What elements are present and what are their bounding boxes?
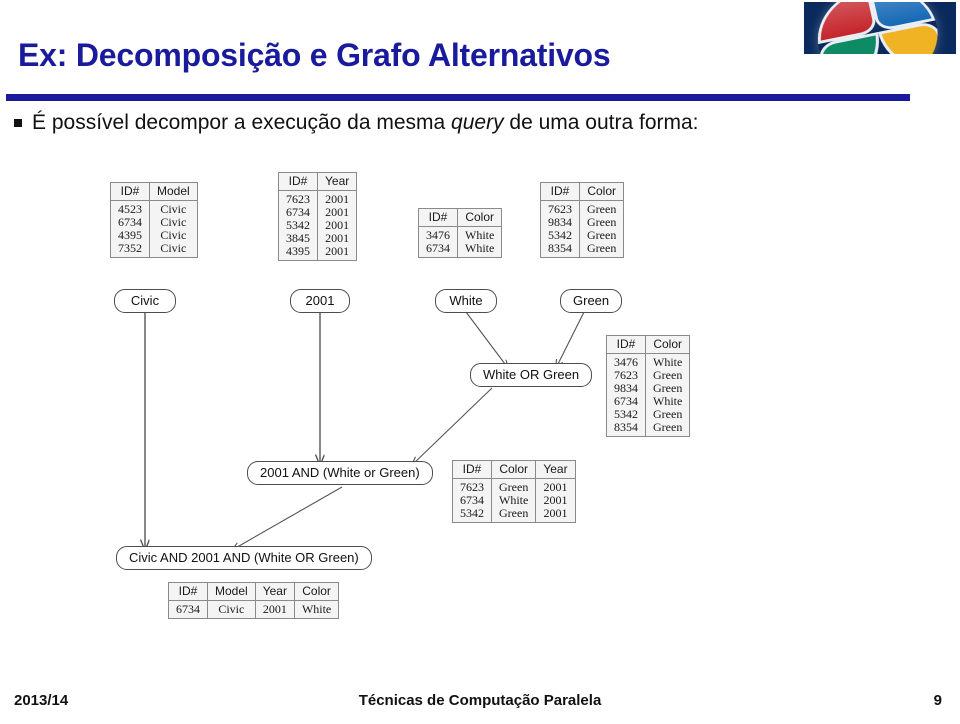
table-cell: 2001 [316,190,358,206]
table-cell: 8354 [540,242,580,258]
bullet-item: É possível decompor a execução da mesma … [14,110,914,136]
column-header: Year [535,460,576,479]
table-row: 6734 White [418,242,503,258]
table-cell: 5342 [452,507,492,523]
edge-and-to-final [232,486,343,550]
column-header: ID# [540,182,580,201]
table-cell: 2001 [254,600,295,619]
table-row: 8354 Green [606,421,691,437]
table-cell: Green [644,421,691,437]
table-row: 7352 Civic [110,242,198,258]
node-civic[interactable]: Civic [114,289,176,313]
bullet-marker-icon [14,119,22,127]
table-row: 7623 Green [540,200,625,216]
bullet-text-emphasis: query [451,111,504,134]
column-header: ID# [110,182,150,201]
footer-page-number: 9 [933,692,942,709]
table-header-row: ID# Model Year Color [168,582,340,601]
table-row: 4523 Civic [110,200,198,216]
edge-or-to-and [412,387,493,465]
table-row: 3476 White [606,353,691,369]
table-header-row: ID# Color [418,208,503,227]
slide-footer: 2013/14 Técnicas de Computação Paralela … [0,692,960,720]
table-header-row: ID# Year [278,172,358,191]
node-white-or-green[interactable]: White OR Green [470,363,593,387]
windows-flag-logo [804,2,956,54]
table-color-white: ID# Color 3476 White 6734 White [418,208,503,258]
column-header: Color [456,208,503,227]
column-header: Model [207,582,256,601]
table-cell: White [456,226,503,242]
column-header: Year [316,172,358,191]
node-white[interactable]: White [435,289,497,313]
table-final-result: ID# Model Year Color 6734 Civic 2001 White [168,582,340,619]
table-cell: Civic [149,200,198,216]
table-cell: 4395 [278,245,318,261]
edge-green-to-or [556,311,585,368]
table-year-2001: ID# Year 7623 2001 6734 2001 5342 2001 3845 2001 4… [278,172,358,261]
table-cell: 6734 [418,242,458,258]
table-white-or-green: ID# Color 3476 White 7623 Green 9834 Green 6734 W… [606,335,691,437]
table-row: 8354 Green [540,242,625,258]
table-cell: Green [490,507,537,523]
node-2001[interactable]: 2001 [290,289,350,313]
table-color-green: ID# Color 7623 Green 9834 Green 5342 Green 8354 G… [540,182,625,258]
table-cell: 2001 [535,507,576,523]
column-header: Color [578,182,625,201]
node-2001-and-white-or-green[interactable]: 2001 AND (White or Green) [247,461,433,485]
table-cell: 2001 [316,245,358,261]
column-header: ID# [278,172,318,191]
table-row: 6734 Civic 2001 White [168,600,340,619]
bullet-text-part-1: É possível decompor a execução da mesma [32,111,452,134]
table-row: 5342 Green 2001 [452,507,576,523]
table-header-row: ID# Color Year [452,460,576,479]
table-cell: 6734 [168,600,208,619]
title-divider [6,94,910,101]
table-header-row: ID# Color [540,182,625,201]
column-header: Color [293,582,340,601]
table-row: 7623 2001 [278,190,358,206]
bullet-text-part-2: de uma outra forma: [503,111,699,134]
column-header: Model [149,182,198,201]
column-header: ID# [452,460,492,479]
table-cell: 2001 [535,478,576,494]
logo-flag-shape [812,2,953,54]
table-cell: White [456,242,503,258]
footer-course-name: Técnicas de Computação Paralela [358,692,602,709]
column-header: ID# [418,208,458,227]
table-header-row: ID# Color [606,335,691,354]
table-cell: 4523 [110,200,150,216]
table-cell: Green [578,200,625,216]
table-cell: 7623 [540,200,580,216]
column-header: Year [254,582,295,601]
table-2001-and-white-or-green: ID# Color Year 7623 Green 2001 6734 White 2001 53… [452,460,576,523]
query-decomposition-diagram: ID# Model 4523 Civic 6734 Civic 4395 Civic 7352 C… [0,160,960,660]
table-cell: Civic [207,600,256,619]
table-cell: White [293,600,340,619]
table-cell: 3476 [606,353,646,369]
column-header: Color [490,460,537,479]
table-cell: Green [578,242,625,258]
table-cell: Civic [149,242,198,258]
node-final[interactable]: Civic AND 2001 AND (White OR Green) [116,546,372,570]
table-cell: Green [490,478,537,494]
table-cell: 7623 [278,190,318,206]
table-cell: 3476 [418,226,458,242]
table-model-civic: ID# Model 4523 Civic 6734 Civic 4395 Civic 7352 C… [110,182,198,258]
table-cell: White [644,353,691,369]
edge-white-to-or [465,311,508,368]
table-header-row: ID# Model [110,182,198,201]
column-header: ID# [168,582,208,601]
node-green[interactable]: Green [560,289,622,313]
table-cell: 8354 [606,421,646,437]
table-row: 3476 White [418,226,503,242]
table-row: 4395 2001 [278,245,358,261]
page-title: Ex: Decomposição e Grafo Alternativos [18,37,611,73]
table-cell: 7623 [452,478,492,494]
column-header: Color [644,335,691,354]
bullet-text: É possível decompor a execução da mesma … [32,110,699,136]
table-cell: 7352 [110,242,150,258]
column-header: ID# [606,335,646,354]
table-row: 7623 Green 2001 [452,478,576,494]
